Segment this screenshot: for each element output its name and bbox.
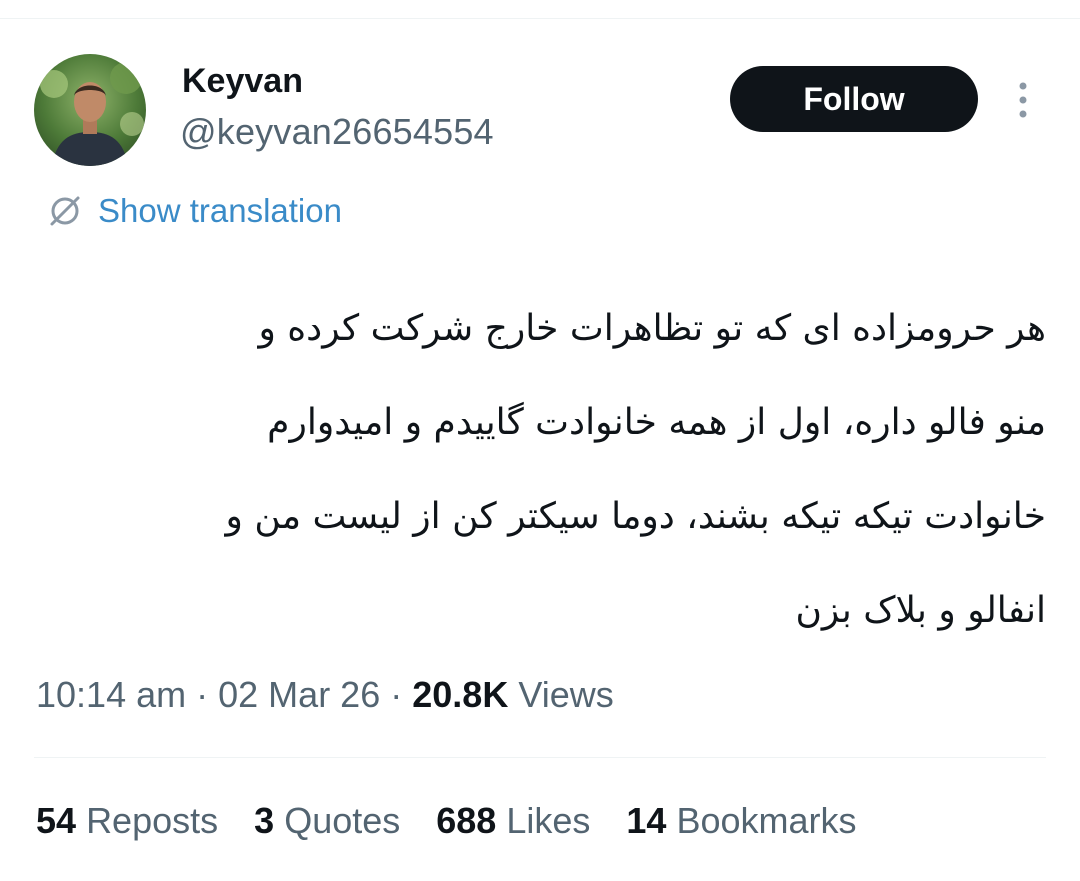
- likes-label: Likes: [506, 800, 591, 841]
- more-vertical-icon[interactable]: [1008, 78, 1038, 122]
- top-divider: [0, 18, 1080, 19]
- likes-stat[interactable]: 688 Likes: [436, 800, 590, 842]
- quotes-label: Quotes: [284, 800, 401, 841]
- reposts-label: Reposts: [86, 800, 219, 841]
- author-handle[interactable]: @keyvan26654554: [180, 111, 494, 153]
- author-name[interactable]: Keyvan: [182, 62, 303, 101]
- bookmarks-stat[interactable]: 14 Bookmarks: [626, 800, 856, 842]
- tweet-line: خانوادت تیکه تیکه بشند، دوما سیکتر کن از…: [225, 496, 1046, 537]
- avatar-photo: [34, 54, 146, 166]
- tweet-line: منو فالو داره، اول از همه خانوادت گاییدم…: [267, 402, 1046, 443]
- show-translation[interactable]: Show translation: [46, 192, 342, 230]
- reposts-stat[interactable]: 54 Reposts: [36, 800, 218, 842]
- avatar[interactable]: [34, 54, 146, 166]
- tweet-meta: 10:14 am · 02 Mar 26 · 20.8K Views: [36, 674, 614, 716]
- tweet-line: انفالو و بلاک بزن: [795, 590, 1046, 631]
- divider: [34, 757, 1046, 758]
- translate-icon: [50, 196, 80, 226]
- reposts-count: 54: [36, 800, 77, 841]
- views-count[interactable]: 20.8K: [412, 674, 508, 715]
- quotes-stat[interactable]: 3 Quotes: [254, 800, 400, 842]
- bookmarks-count: 14: [626, 800, 667, 841]
- quotes-count: 3: [254, 800, 275, 841]
- bookmarks-label: Bookmarks: [676, 800, 857, 841]
- tweet-text: هر حرومزاده ای که تو تظاهرات خارج شرکت ک…: [40, 282, 1046, 658]
- engagement-stats: 54 Reposts 3 Quotes 688 Likes 14 Bookmar…: [36, 800, 857, 842]
- meta-separator: ·: [196, 674, 209, 715]
- likes-count: 688: [436, 800, 497, 841]
- views-label: Views: [518, 674, 614, 715]
- follow-button[interactable]: Follow: [730, 66, 978, 132]
- tweet-line: هر حرومزاده ای که تو تظاهرات خارج شرکت ک…: [258, 308, 1046, 349]
- meta-separator: ·: [390, 674, 403, 715]
- tweet-date[interactable]: 02 Mar 26: [218, 674, 380, 715]
- tweet-time[interactable]: 10:14 am: [36, 674, 186, 715]
- show-translation-link[interactable]: Show translation: [98, 192, 342, 230]
